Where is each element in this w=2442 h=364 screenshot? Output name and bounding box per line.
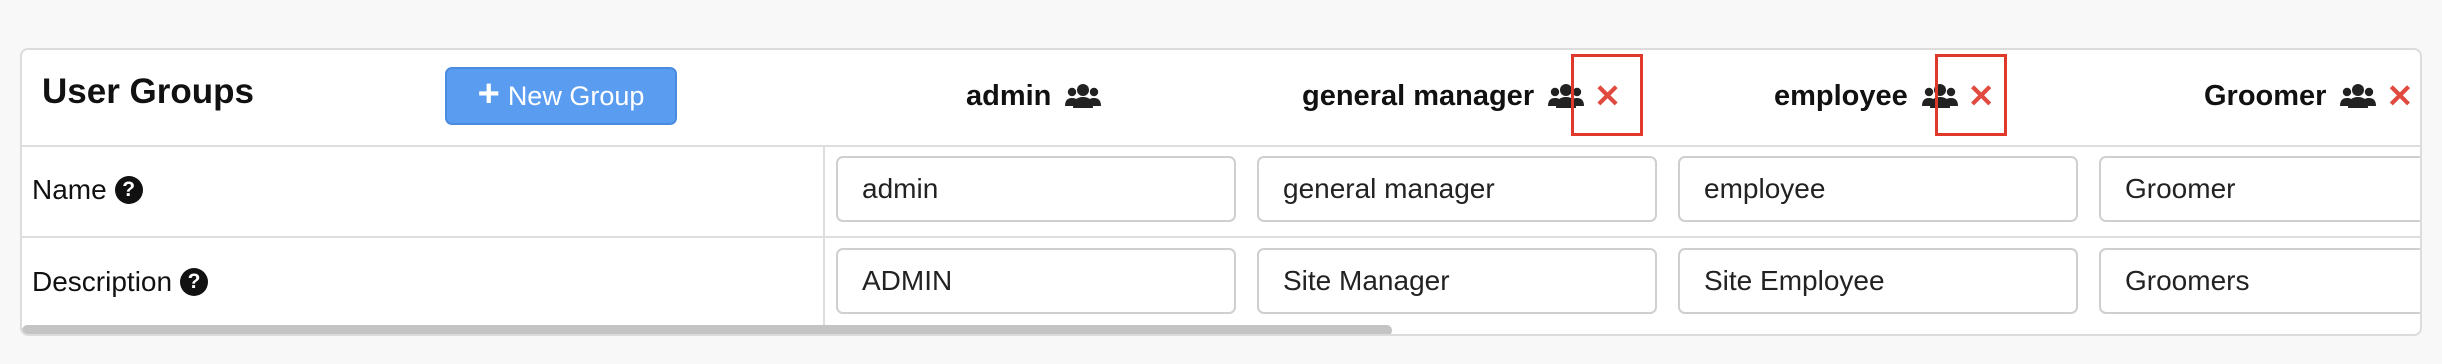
new-group-button[interactable]: + New Group bbox=[445, 67, 677, 125]
description-row-label: Description ? bbox=[32, 262, 209, 302]
group-header-name: general manager bbox=[1302, 79, 1535, 112]
group-name-field-admin[interactable] bbox=[836, 156, 1236, 222]
group-header-name: admin bbox=[966, 79, 1052, 112]
group-description-field-admin[interactable] bbox=[836, 248, 1236, 314]
label-column-divider bbox=[823, 147, 825, 334]
name-label: Name bbox=[32, 174, 107, 205]
name-row-label: Name ? bbox=[32, 170, 143, 210]
new-group-label: New Group bbox=[507, 80, 645, 111]
group-name-field-general-manager[interactable] bbox=[1257, 156, 1657, 222]
row-divider bbox=[22, 236, 2420, 238]
users-icon[interactable] bbox=[2340, 82, 2376, 110]
delete-group-general-manager-close-icon[interactable]: ✕ bbox=[1594, 80, 1621, 112]
group-header-name: employee bbox=[1774, 79, 1908, 112]
group-description-field-general-manager[interactable] bbox=[1257, 248, 1657, 314]
group-header-name: Groomer bbox=[2204, 79, 2327, 112]
group-header-admin: admin bbox=[966, 76, 1101, 116]
panel-title: User Groups bbox=[42, 72, 254, 111]
group-header-employee: employee ✕ bbox=[1774, 76, 1995, 116]
question-circle-icon[interactable]: ? bbox=[180, 268, 209, 296]
group-description-field-groomer[interactable] bbox=[2099, 248, 2420, 314]
users-icon[interactable] bbox=[1922, 82, 1958, 110]
description-label: Description bbox=[32, 266, 173, 297]
group-header-groomer: Groomer ✕ bbox=[2204, 76, 2413, 116]
group-description-field-employee[interactable] bbox=[1678, 248, 2078, 314]
delete-group-groomer-close-icon[interactable]: ✕ bbox=[2386, 80, 2413, 112]
plus-icon: + bbox=[477, 73, 500, 115]
user-groups-panel: User Groups + New Group admin general ma… bbox=[20, 48, 2422, 336]
users-icon[interactable] bbox=[1065, 82, 1101, 110]
horizontal-scrollbar[interactable] bbox=[22, 325, 1392, 334]
group-name-field-groomer[interactable] bbox=[2099, 156, 2420, 222]
header-divider bbox=[22, 145, 2420, 147]
group-header-general-manager: general manager ✕ bbox=[1302, 76, 1621, 116]
question-circle-icon[interactable]: ? bbox=[114, 176, 143, 204]
group-name-field-employee[interactable] bbox=[1678, 156, 2078, 222]
delete-group-employee-close-icon[interactable]: ✕ bbox=[1968, 80, 1995, 112]
users-icon[interactable] bbox=[1548, 82, 1584, 110]
